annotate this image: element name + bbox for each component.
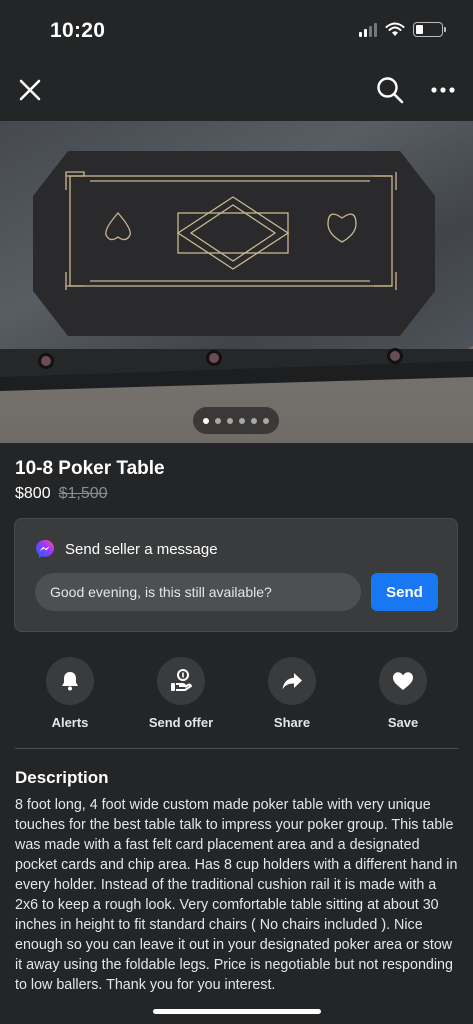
photo-pagination[interactable] bbox=[193, 407, 279, 434]
close-icon bbox=[19, 79, 41, 101]
bell-icon bbox=[62, 672, 78, 691]
more-options-button[interactable] bbox=[423, 70, 463, 110]
pagination-dot[interactable] bbox=[203, 417, 209, 424]
battery-icon bbox=[413, 22, 446, 37]
messenger-icon bbox=[36, 540, 54, 558]
status-bar: 10:20 bbox=[0, 0, 473, 62]
offer-icon bbox=[171, 669, 192, 691]
listing-title: 10-8 Poker Table bbox=[15, 458, 165, 479]
message-heading-label: Send seller a message bbox=[65, 540, 218, 558]
message-heading: Send seller a message bbox=[35, 539, 218, 559]
poker-table-image bbox=[0, 121, 473, 443]
search-button[interactable] bbox=[370, 70, 410, 110]
save-button[interactable]: Save bbox=[353, 657, 453, 730]
send-offer-label: Send offer bbox=[148, 715, 214, 730]
send-button[interactable]: Send bbox=[371, 573, 438, 611]
heart-icon bbox=[393, 672, 413, 690]
listing-price: $800 bbox=[15, 485, 51, 502]
original-price: $1,500 bbox=[58, 485, 108, 502]
pagination-dot[interactable] bbox=[251, 417, 257, 424]
product-photo[interactable] bbox=[0, 121, 473, 443]
cellular-signal-icon bbox=[359, 22, 377, 37]
status-time: 10:20 bbox=[50, 19, 106, 42]
alerts-label: Alerts bbox=[51, 715, 89, 730]
search-icon bbox=[377, 77, 404, 104]
description-text: 8 foot long, 4 foot wide custom made pok… bbox=[15, 797, 458, 993]
action-bar: Alerts Send offer Share Save bbox=[0, 657, 473, 737]
pagination-dot[interactable] bbox=[227, 417, 233, 424]
home-indicator[interactable] bbox=[153, 1009, 321, 1014]
description-heading: Description bbox=[15, 768, 109, 787]
top-nav bbox=[0, 62, 473, 118]
share-icon bbox=[282, 673, 302, 690]
price-row: $800 $1,500 bbox=[15, 485, 108, 503]
alerts-button[interactable]: Alerts bbox=[20, 657, 120, 730]
more-icon bbox=[431, 87, 455, 93]
save-label: Save bbox=[387, 715, 419, 730]
pagination-dot[interactable] bbox=[215, 417, 221, 424]
divider bbox=[15, 748, 458, 749]
send-offer-button[interactable]: Send offer bbox=[131, 657, 231, 730]
close-button[interactable] bbox=[10, 70, 50, 110]
pagination-dot[interactable] bbox=[239, 417, 245, 424]
share-button[interactable]: Share bbox=[242, 657, 342, 730]
message-seller-card: Send seller a message Send bbox=[14, 518, 458, 632]
message-input[interactable] bbox=[35, 573, 361, 611]
pagination-dot[interactable] bbox=[263, 417, 269, 424]
status-icons bbox=[359, 22, 446, 37]
wifi-icon bbox=[385, 22, 405, 36]
share-label: Share bbox=[273, 715, 311, 730]
